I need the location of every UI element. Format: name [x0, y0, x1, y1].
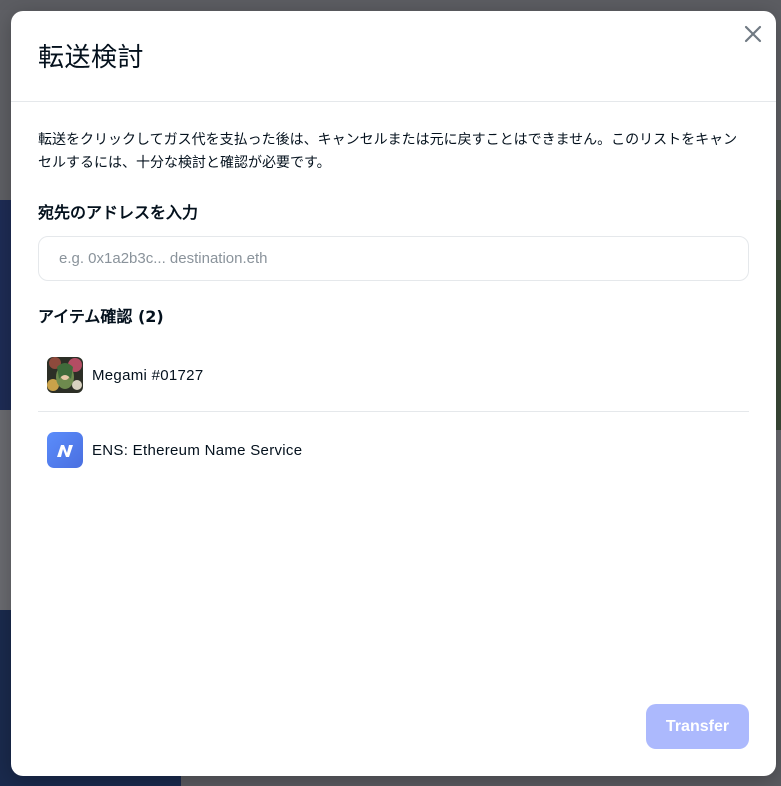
background-card-right: [776, 200, 781, 430]
background-card-right-footer: [776, 430, 781, 610]
item-name: ENS: Ethereum Name Service: [92, 441, 303, 459]
megami-nft-thumbnail: [47, 357, 83, 393]
transfer-review-modal: 転送検討 転送をクリックしてガス代を支払った後は、キャンセルまたは元に戻すことは…: [11, 11, 776, 776]
list-item: ENS: Ethereum Name Service: [38, 412, 749, 482]
item-list: Megami #01727 ENS: Ethereum Name Service: [38, 343, 749, 482]
background-top: [0, 0, 781, 10]
destination-address-input[interactable]: [38, 236, 749, 281]
ens-logo-icon: [47, 432, 83, 468]
list-item: Megami #01727: [38, 343, 749, 412]
address-label: 宛先のアドレスを入力: [38, 203, 199, 222]
transfer-warning: 転送をクリックしてガス代を支払った後は、キャンセルまたは元に戻すことはできません…: [38, 132, 738, 171]
modal-title: 転送検討: [38, 43, 145, 73]
transfer-button[interactable]: Transfer: [646, 704, 749, 749]
modal-header: 転送検討: [11, 11, 776, 102]
items-review-label: アイテム確認 (2): [38, 307, 164, 326]
item-name: Megami #01727: [92, 366, 204, 384]
modal-body: 転送をクリックしてガス代を支払った後は、キャンセルまたは元に戻すことはできません…: [11, 129, 776, 482]
close-icon: [744, 25, 762, 43]
close-button[interactable]: [742, 23, 764, 45]
